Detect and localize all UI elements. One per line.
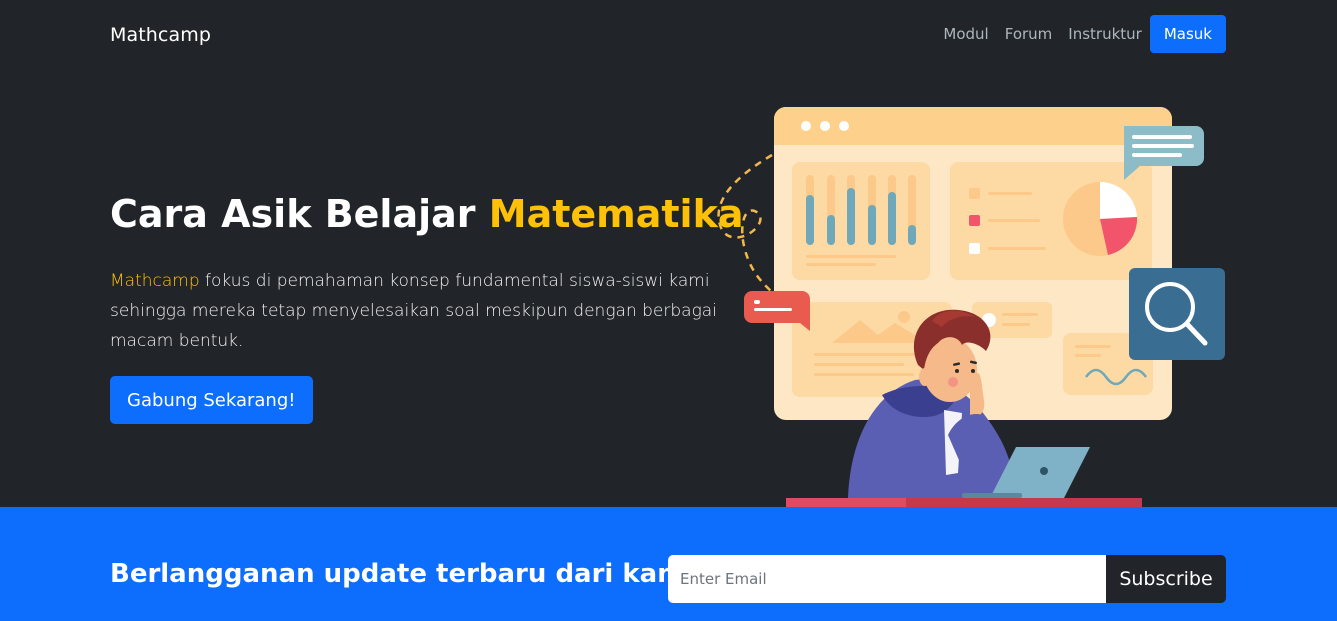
hero-desc-brand: Mathcamp xyxy=(110,271,200,291)
hero-illustration xyxy=(717,107,1225,507)
search-icon xyxy=(1129,268,1225,360)
join-now-button[interactable]: Gabung Sekarang! xyxy=(110,376,313,424)
navbar: Mathcamp Modul Forum Instruktur Masuk xyxy=(0,0,1337,70)
login-button[interactable]: Masuk xyxy=(1149,15,1226,53)
nav-link-instruktur[interactable]: Instruktur xyxy=(1068,25,1142,43)
nav-link-forum[interactable]: Forum xyxy=(1005,25,1053,43)
pie-chart-icon xyxy=(950,162,1152,280)
bar-chart-icon xyxy=(792,162,930,280)
hero-title-prefix: Cara Asik Belajar xyxy=(110,192,489,236)
brand-logo[interactable]: Mathcamp xyxy=(110,24,211,46)
nav-link-modul[interactable]: Modul xyxy=(943,25,988,43)
nav-links: Modul Forum Instruktur Masuk xyxy=(943,15,1226,53)
email-input[interactable] xyxy=(668,555,1106,603)
newsletter-title: Berlangganan update terbaru dari kami xyxy=(110,559,694,589)
hero-description: Mathcamp fokus di pemahaman konsep funda… xyxy=(110,266,720,356)
newsletter-section: Berlangganan update terbaru dari kami Su… xyxy=(0,507,1337,621)
hero-desc-text: fokus di pemahaman konsep fundamental si… xyxy=(110,271,717,351)
subscribe-button[interactable]: Subscribe xyxy=(1106,555,1226,603)
hero-title: Cara Asik Belajar Matematika xyxy=(110,192,744,236)
